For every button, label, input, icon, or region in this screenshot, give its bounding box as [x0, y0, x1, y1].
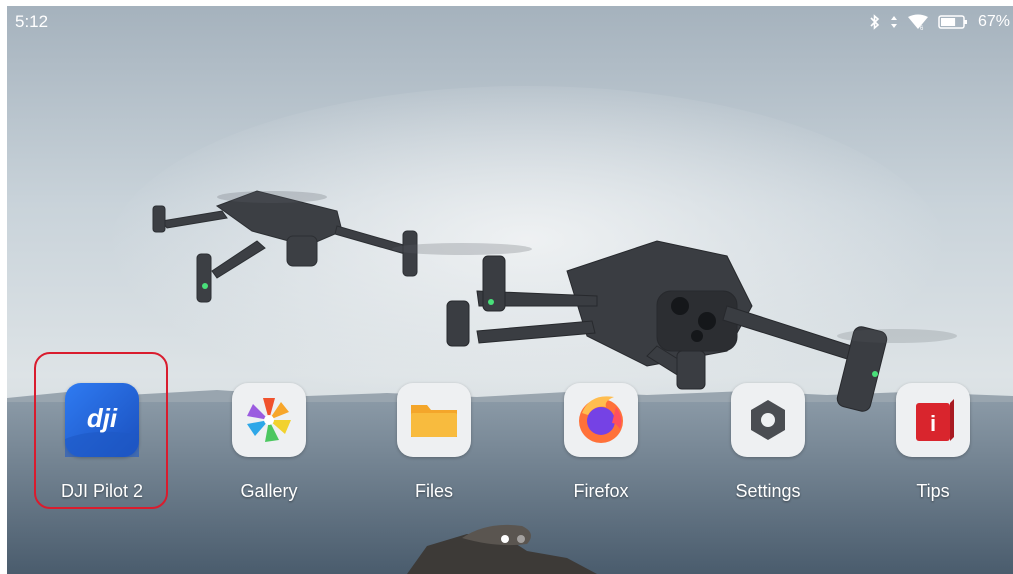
page-indicator — [501, 535, 525, 543]
gallery-icon[interactable] — [232, 383, 306, 457]
app-label: Firefox — [573, 481, 629, 501]
app-label: Settings — [735, 481, 801, 501]
app-label: Gallery — [240, 481, 298, 501]
battery-percent: 67% — [977, 13, 1010, 30]
firefox-icon[interactable] — [564, 383, 638, 457]
selection-highlight — [34, 352, 168, 509]
settings-icon[interactable] — [731, 383, 805, 457]
app-firefox[interactable]: Firefox — [531, 383, 671, 502]
app-label: Tips — [916, 481, 950, 501]
files-icon[interactable] — [397, 383, 471, 457]
app-gallery[interactable]: Gallery — [199, 383, 339, 502]
app-label: Files — [414, 481, 453, 501]
page-dot-2[interactable] — [517, 535, 525, 543]
data-transfer-icon — [890, 16, 897, 28]
app-files[interactable]: Files — [364, 383, 504, 502]
bluetooth-icon — [870, 14, 880, 30]
svg-text:6: 6 — [920, 26, 924, 30]
battery-icon — [938, 15, 967, 29]
status-icons: 6 67% — [870, 13, 1010, 31]
svg-text:i: i — [930, 411, 936, 436]
app-tips[interactable]: i Tips — [863, 383, 1003, 502]
status-bar: 5:12 6 67% — [7, 6, 1013, 38]
tips-icon[interactable]: i — [896, 383, 970, 457]
page-dot-1[interactable] — [501, 535, 509, 543]
home-screen: 5:12 6 67% dji DJI Pilot 2 Gallery Files… — [7, 6, 1013, 574]
status-time: 5:12 — [15, 12, 49, 31]
wifi-icon: 6 — [907, 14, 928, 30]
app-settings[interactable]: Settings — [698, 383, 838, 502]
